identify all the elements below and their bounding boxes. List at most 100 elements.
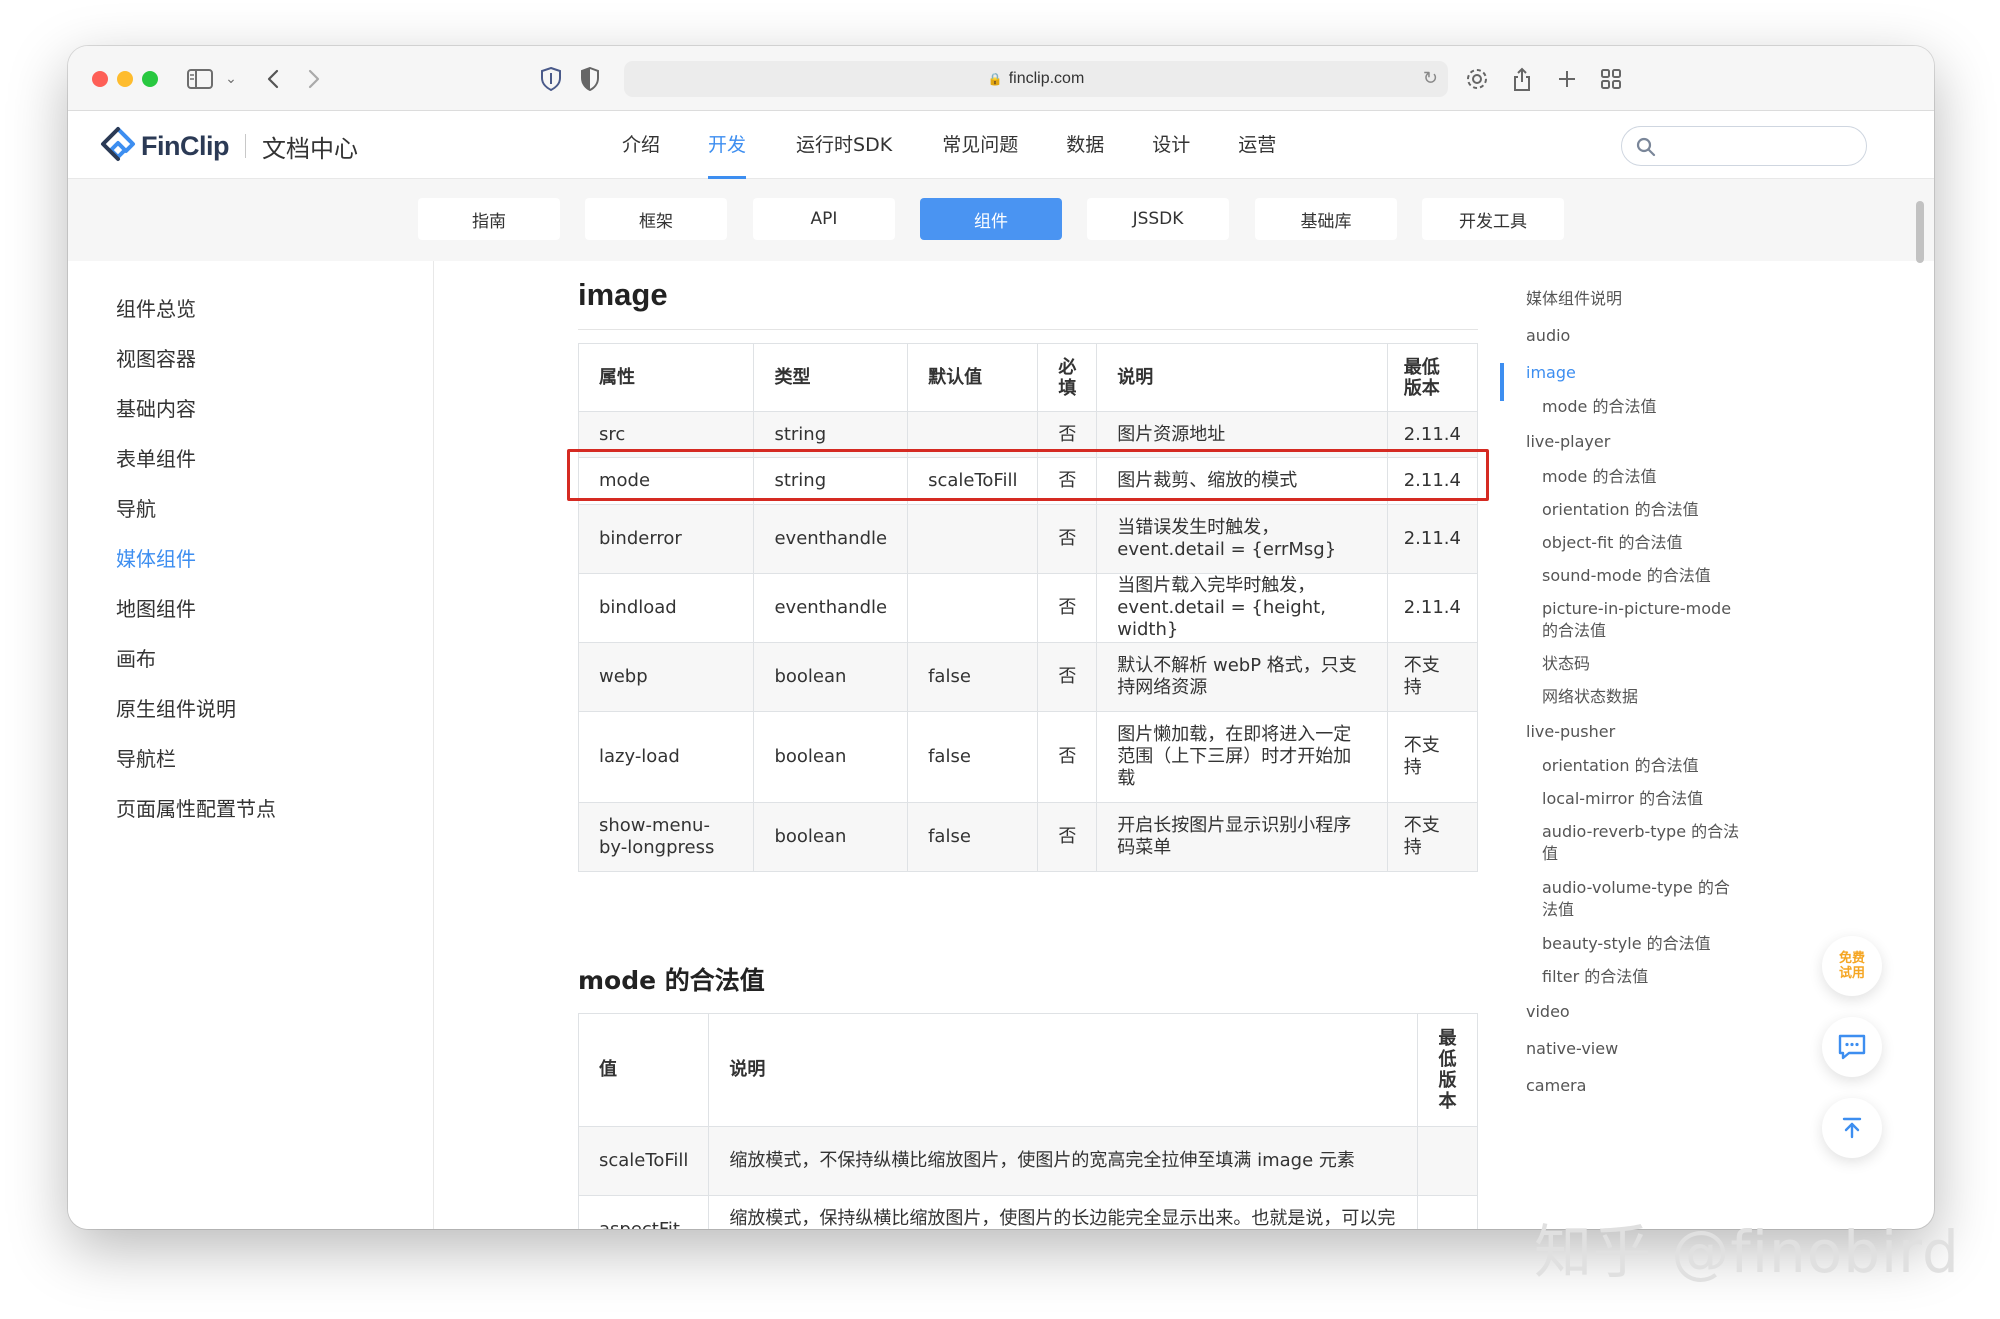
column-header: 值: [577, 1013, 710, 1127]
page-title: image: [578, 277, 668, 312]
toc-item[interactable]: filter 的合法值: [1542, 966, 1752, 988]
highlight-box: [567, 449, 1489, 501]
toc-item[interactable]: video: [1526, 1001, 1570, 1023]
forward-arrow-icon[interactable]: [297, 62, 331, 96]
sidebar-toggle-icon[interactable]: [183, 62, 217, 96]
toc-item[interactable]: object-fit 的合法值: [1542, 532, 1752, 554]
search-input[interactable]: [1621, 126, 1867, 166]
sidebar-item-view-containers[interactable]: 视图容器: [116, 343, 196, 372]
sidebar-item-native-components[interactable]: 原生组件说明: [116, 693, 236, 722]
cell-desc: 开启长按图片显示识别小程序码菜单: [1096, 802, 1388, 872]
toc-item[interactable]: camera: [1526, 1075, 1586, 1097]
sidebar-item-page-config[interactable]: 页面属性配置节点: [116, 793, 276, 822]
settings-gear-icon[interactable]: [1460, 62, 1494, 96]
free-trial-button[interactable]: 免费试用: [1822, 936, 1882, 996]
back-to-top-button[interactable]: [1822, 1098, 1882, 1158]
table-row: webp boolean false 否 默认不解析 webP 格式，只支持网络…: [577, 642, 1479, 712]
free-trial-text: 免费试用: [1838, 951, 1865, 981]
cell-desc: 缩放模式，保持纵横比缩放图片，使图片的长边能完全显示出来。也就是说，可以完整地将…: [708, 1195, 1419, 1229]
toc-item[interactable]: sound-mode 的合法值: [1542, 565, 1752, 587]
address-bar[interactable]: 🔒 finclip.com ↻: [624, 61, 1448, 97]
tab-overview-icon[interactable]: [1594, 62, 1628, 96]
toc-item[interactable]: audio-reverb-type 的合法值: [1542, 821, 1747, 865]
cell-attr: binderror: [577, 504, 755, 574]
toc-item[interactable]: 状态码: [1542, 653, 1752, 675]
subtab-api[interactable]: API: [753, 198, 895, 240]
sidebar-item-basic-content[interactable]: 基础内容: [116, 393, 196, 422]
back-to-top-icon: [1842, 1117, 1862, 1139]
sidebar-item-canvas[interactable]: 画布: [116, 643, 156, 672]
new-tab-plus-icon[interactable]: [1550, 62, 1584, 96]
toc-item[interactable]: live-pusher: [1526, 721, 1615, 743]
topnav-item-faq[interactable]: 常见问题: [942, 111, 1018, 179]
cell-default: false: [907, 802, 1039, 872]
sidebar-item-overview[interactable]: 组件总览: [116, 293, 196, 322]
cell-version-text: 不支持: [1403, 655, 1440, 698]
free-trial-label: 免费试用: [1837, 951, 1867, 981]
table-of-contents: 媒体组件说明 audio image mode 的合法值 live-player…: [1500, 261, 1760, 1161]
minimize-window-button[interactable]: [117, 71, 133, 87]
toc-item[interactable]: local-mirror 的合法值: [1542, 788, 1752, 810]
chat-button[interactable]: [1822, 1017, 1882, 1077]
cell-default: [907, 573, 1039, 643]
zoom-window-button[interactable]: [142, 71, 158, 87]
search-icon: [1636, 137, 1656, 157]
toc-item[interactable]: 媒体组件说明: [1526, 288, 1622, 310]
toc-item[interactable]: audio-volume-type 的合法值: [1542, 877, 1742, 921]
toc-item[interactable]: mode 的合法值: [1542, 466, 1752, 488]
topnav-item-intro[interactable]: 介绍: [622, 111, 660, 179]
table-row: scaleToFill 缩放模式，不保持纵横比缩放图片，使图片的宽高完全拉伸至填…: [577, 1126, 1478, 1196]
url-text: finclip.com: [1008, 70, 1085, 87]
cell-attr: show-menu-by-longpress: [577, 802, 755, 872]
site-logo[interactable]: FinClip 文档中心: [98, 126, 358, 166]
cell-version: 2.11.4: [1386, 573, 1479, 643]
toc-item[interactable]: picture-in-picture-mode 的合法值: [1542, 598, 1742, 642]
toc-item[interactable]: mode 的合法值: [1542, 396, 1752, 418]
cell-desc: 当错误发生时触发，event.detail = {errMsg}: [1096, 504, 1388, 574]
toc-item[interactable]: orientation 的合法值: [1542, 499, 1752, 521]
toc-item-active[interactable]: image: [1526, 362, 1576, 384]
subtab-framework[interactable]: 框架: [585, 198, 727, 240]
subtab-dev-tools[interactable]: 开发工具: [1422, 198, 1564, 240]
column-header: 最低版本: [1386, 343, 1479, 412]
toc-item[interactable]: beauty-style 的合法值: [1542, 933, 1752, 955]
cell-value: scaleToFill: [577, 1126, 710, 1196]
half-shield-icon[interactable]: [573, 62, 607, 96]
close-window-button[interactable]: [92, 71, 108, 87]
sidebar-item-map[interactable]: 地图组件: [116, 593, 196, 622]
topnav-item-operations[interactable]: 运营: [1238, 111, 1276, 179]
share-icon[interactable]: [1505, 62, 1539, 96]
toc-item[interactable]: native-view: [1526, 1038, 1618, 1060]
subtab-base-library[interactable]: 基础库: [1255, 198, 1397, 240]
sidebar-item-media[interactable]: 媒体组件: [116, 543, 196, 572]
toc-item[interactable]: live-player: [1526, 431, 1610, 453]
subtab-components[interactable]: 组件: [920, 198, 1062, 240]
column-header-text: 最低版本: [1403, 356, 1440, 399]
title-divider: [578, 329, 1478, 330]
cell-version: 不支持: [1386, 802, 1479, 872]
toc-item[interactable]: audio: [1526, 325, 1570, 347]
sidebar-item-form[interactable]: 表单组件: [116, 443, 196, 472]
toc-item[interactable]: 网络状态数据: [1542, 686, 1752, 708]
sidebar-item-navigation[interactable]: 导航: [116, 493, 156, 522]
back-arrow-icon[interactable]: [256, 62, 290, 96]
privacy-shield-icon[interactable]: [534, 62, 568, 96]
browser-titlebar: ⌄ 🔒 finclip.com ↻: [68, 46, 1934, 111]
column-header: 最低版本: [1417, 1013, 1478, 1127]
topnav-item-runtime-sdk[interactable]: 运行时SDK: [796, 111, 892, 179]
chevron-down-icon[interactable]: ⌄: [214, 62, 248, 96]
chat-bubble-icon: [1838, 1034, 1866, 1060]
page-scrollbar[interactable]: [1916, 201, 1924, 263]
topnav-item-design[interactable]: 设计: [1152, 111, 1190, 179]
subtab-jssdk[interactable]: JSSDK: [1087, 198, 1229, 240]
cell-default: false: [907, 711, 1039, 803]
sidebar-item-navbar[interactable]: 导航栏: [116, 743, 176, 772]
column-header: 类型: [753, 343, 909, 412]
cell-version: 不支持: [1386, 711, 1479, 803]
topnav-item-develop[interactable]: 开发: [708, 111, 747, 179]
topnav-item-data[interactable]: 数据: [1066, 111, 1104, 179]
toc-item[interactable]: orientation 的合法值: [1542, 755, 1752, 777]
subtab-guide[interactable]: 指南: [418, 198, 560, 240]
cell-desc: 缩放模式，不保持纵横比缩放图片，使图片的宽高完全拉伸至填满 image 元素: [708, 1126, 1419, 1196]
reload-icon[interactable]: ↻: [1423, 68, 1438, 89]
